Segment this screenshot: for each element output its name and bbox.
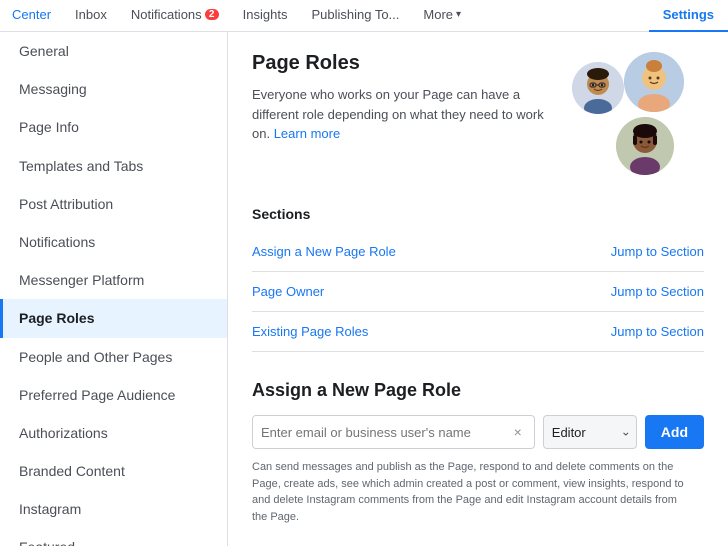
sidebar-item-templates-tabs[interactable]: Templates and Tabs (0, 147, 227, 185)
section-link-existing[interactable]: Existing Page Roles (252, 324, 368, 339)
jump-link-owner[interactable]: Jump to Section (611, 284, 704, 299)
section-link-owner[interactable]: Page Owner (252, 284, 324, 299)
avatar-2 (572, 62, 624, 114)
page-layout: General Messaging Page Info Templates an… (0, 32, 728, 546)
nav-item-publishing[interactable]: Publishing To... (299, 0, 411, 32)
sidebar-item-notifications[interactable]: Notifications (0, 223, 227, 261)
assign-input-wrapper: × (252, 415, 535, 449)
section-link-assign[interactable]: Assign a New Page Role (252, 244, 396, 259)
nav-item-center[interactable]: Center (0, 0, 63, 32)
main-content: Page Roles Everyone who works on your Pa… (228, 32, 728, 546)
sections-container: Sections Assign a New Page Role Jump to … (252, 206, 704, 352)
sidebar-item-messenger-platform[interactable]: Messenger Platform (0, 261, 227, 299)
sidebar-item-general[interactable]: General (0, 32, 227, 70)
nav-item-inbox[interactable]: Inbox (63, 0, 119, 32)
sidebar-item-people-other-pages[interactable]: People and Other Pages (0, 338, 227, 376)
nav-item-settings[interactable]: Settings (649, 0, 728, 32)
nav-item-notifications[interactable]: Notifications 2 (119, 0, 231, 32)
jump-link-assign[interactable]: Jump to Section (611, 244, 704, 259)
learn-more-link[interactable]: Learn more (274, 126, 340, 141)
top-navigation: Center Inbox Notifications 2 Insights Pu… (0, 0, 728, 32)
section-row-owner: Page Owner Jump to Section (252, 272, 704, 312)
hero-avatars (564, 52, 704, 182)
avatar-1 (624, 52, 684, 112)
notifications-badge: 2 (205, 9, 219, 20)
editor-select-wrapper: Editor Admin Moderator Advertiser Analys… (543, 415, 637, 449)
section-row-assign: Assign a New Page Role Jump to Section (252, 232, 704, 272)
avatar-3 (616, 117, 674, 175)
assign-input[interactable] (261, 425, 510, 440)
sidebar-item-page-info[interactable]: Page Info (0, 108, 227, 146)
avatar-1-illustration (624, 52, 684, 112)
avatar-3-illustration (616, 117, 674, 175)
section-row-existing: Existing Page Roles Jump to Section (252, 312, 704, 352)
sidebar-item-post-attribution[interactable]: Post Attribution (0, 185, 227, 223)
sidebar-item-instagram[interactable]: Instagram (0, 490, 227, 528)
hero-text: Page Roles Everyone who works on your Pa… (252, 52, 544, 144)
settings-sidebar: General Messaging Page Info Templates an… (0, 32, 228, 546)
nav-item-more[interactable]: More ▾ (411, 0, 473, 32)
role-select[interactable]: Editor Admin Moderator Advertiser Analys… (543, 415, 637, 449)
sidebar-item-authorizations[interactable]: Authorizations (0, 414, 227, 452)
assign-section: Assign a New Page Role × Editor Admin Mo… (252, 380, 704, 525)
add-button[interactable]: Add (645, 415, 704, 449)
clear-icon[interactable]: × (510, 424, 526, 440)
page-title: Page Roles (252, 52, 544, 75)
hero-description: Everyone who works on your Page can have… (252, 85, 544, 144)
more-arrow-icon: ▾ (456, 9, 461, 20)
assign-row: × Editor Admin Moderator Advertiser Anal… (252, 415, 704, 449)
assign-title: Assign a New Page Role (252, 380, 704, 401)
avatar-2-illustration (572, 62, 624, 114)
sidebar-item-branded-content[interactable]: Branded Content (0, 452, 227, 490)
sidebar-item-messaging[interactable]: Messaging (0, 70, 227, 108)
sidebar-item-featured[interactable]: Featured (0, 528, 227, 546)
jump-link-existing[interactable]: Jump to Section (611, 324, 704, 339)
page-roles-hero: Page Roles Everyone who works on your Pa… (252, 52, 704, 182)
nav-item-insights[interactable]: Insights (231, 0, 300, 32)
sidebar-item-preferred-audience[interactable]: Preferred Page Audience (0, 376, 227, 414)
assign-description: Can send messages and publish as the Pag… (252, 459, 692, 525)
sidebar-item-page-roles[interactable]: Page Roles (0, 299, 227, 337)
sections-title: Sections (252, 206, 704, 222)
